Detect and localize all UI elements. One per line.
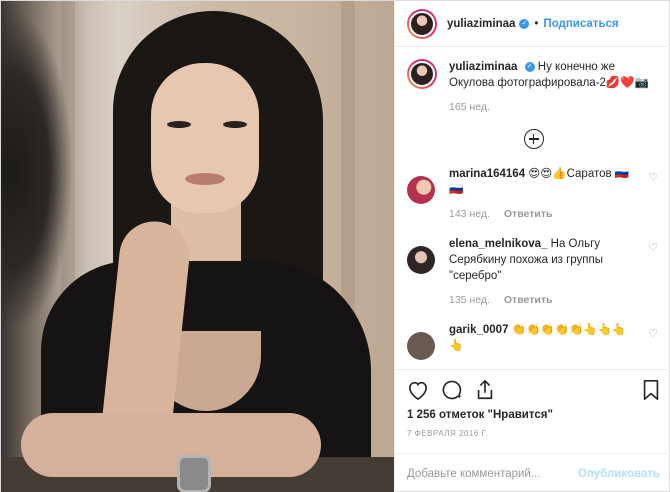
author-username[interactable]: yuliaziminaa xyxy=(447,18,515,30)
publish-button[interactable]: Опубликовать xyxy=(578,468,660,480)
heart-small-icon[interactable]: ♡ xyxy=(648,241,658,254)
post-caption: yuliaziminaa ✓ Ну конечно же Окулова фот… xyxy=(407,59,660,115)
heart-small-icon[interactable]: ♡ xyxy=(648,327,658,340)
verified-badge-icon: ✓ xyxy=(519,18,530,29)
caption-username[interactable]: yuliaziminaa xyxy=(449,61,517,73)
reply-button[interactable]: Ответить xyxy=(504,206,553,222)
header-separator: • xyxy=(534,17,539,30)
photo-lips xyxy=(185,173,225,185)
comment-item: garik_0007 👏👏👏👏👏👆👆👆👆 ♡ xyxy=(407,322,660,360)
commenter-avatar[interactable] xyxy=(407,176,435,204)
commenter-avatar[interactable] xyxy=(407,332,435,360)
post-actions-bar xyxy=(395,369,670,409)
photo-eye-left xyxy=(167,121,191,128)
comment-username[interactable]: marina164164 xyxy=(449,168,525,180)
author-avatar[interactable] xyxy=(407,8,437,39)
reply-button[interactable]: Ответить xyxy=(504,292,553,308)
verified-badge-icon: ✓ xyxy=(524,61,535,72)
post-photo[interactable] xyxy=(1,1,394,492)
caption-timestamp[interactable]: 165 нед. xyxy=(449,99,490,115)
comment-icon[interactable] xyxy=(441,379,463,401)
post-sidebar: yuliaziminaa ✓ • Подписаться yuliazimina… xyxy=(394,1,670,492)
photo-forearm xyxy=(21,413,321,477)
plus-circle-icon[interactable] xyxy=(523,129,544,149)
comments-list[interactable]: yuliaziminaa ✓ Ну конечно же Окулова фот… xyxy=(395,47,670,369)
comment-timestamp[interactable]: 135 нед. xyxy=(449,292,490,308)
comment-username[interactable]: garik_0007 xyxy=(449,324,508,336)
likes-count[interactable]: 1 256 отметок "Нравится" xyxy=(407,409,553,421)
photo-face xyxy=(151,63,259,213)
comment-input[interactable] xyxy=(407,467,570,480)
post-header: yuliaziminaa ✓ • Подписаться xyxy=(395,1,670,47)
instagram-post-modal: yuliaziminaa ✓ • Подписаться yuliazimina… xyxy=(0,0,670,492)
comment-composer: Опубликовать xyxy=(395,453,670,492)
commenter-avatar[interactable] xyxy=(407,246,435,274)
post-date[interactable]: 7 февраля 2016 г. xyxy=(407,429,488,438)
comment-username[interactable]: elena_melnikova_ xyxy=(449,238,547,250)
caption-author-avatar[interactable] xyxy=(407,59,437,89)
comment-timestamp[interactable]: 143 нед. xyxy=(449,206,490,222)
follow-button[interactable]: Подписаться xyxy=(543,18,618,30)
share-icon[interactable] xyxy=(475,379,495,401)
comment-item: elena_melnikova_ На Ольгу Серябкину похо… xyxy=(407,236,660,308)
heart-small-icon[interactable]: ♡ xyxy=(648,171,658,184)
bookmark-icon[interactable] xyxy=(642,379,660,401)
photo-eye-right xyxy=(223,121,247,128)
heart-icon[interactable] xyxy=(407,380,429,400)
photo-wristwatch xyxy=(177,455,211,492)
comment-item: marina164164 😍😍👍Саратов 🇷🇺🇷🇺 143 нед. От… xyxy=(407,166,660,222)
